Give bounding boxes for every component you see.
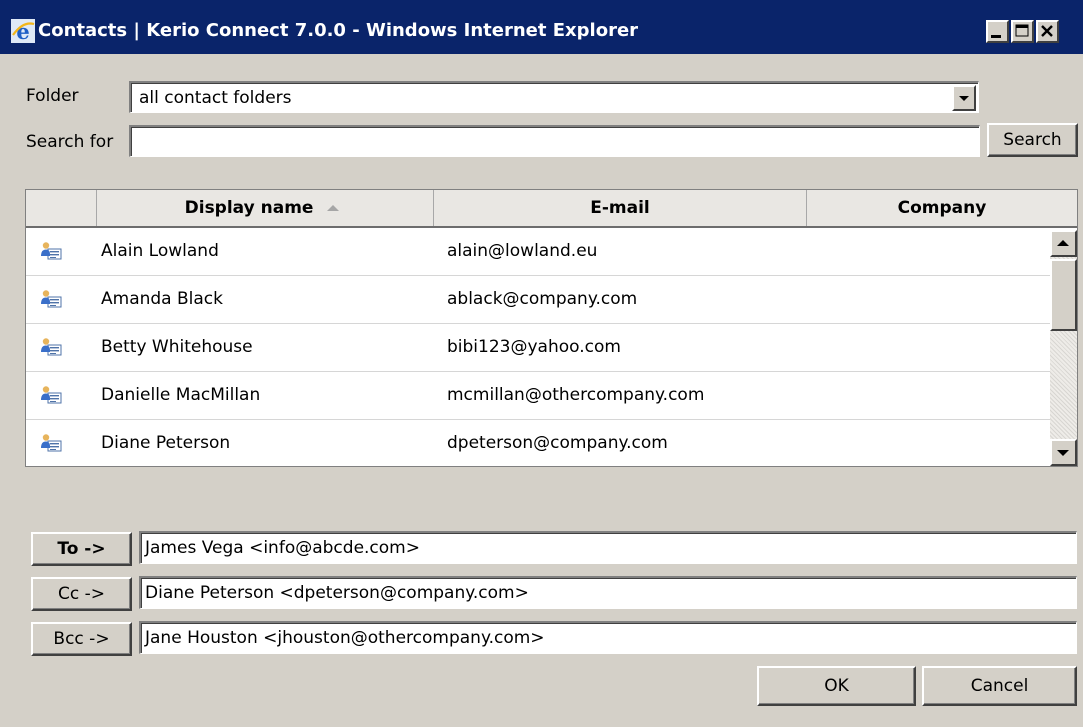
contact-display-name: Betty Whitehouse: [101, 337, 253, 357]
ok-button[interactable]: OK: [757, 666, 916, 706]
table-row[interactable]: Diane Peterson dpeterson@company.com: [26, 420, 1050, 468]
grid-header: Display name E-mail Company: [26, 190, 1077, 228]
minimize-button[interactable]: [986, 20, 1009, 43]
column-header-label: Display name: [184, 198, 314, 218]
close-button[interactable]: [1036, 20, 1059, 43]
column-header-label: Company: [897, 198, 987, 218]
contact-display-name: Danielle MacMillan: [101, 385, 261, 405]
table-row[interactable]: Betty Whitehouse bibi123@yahoo.com: [26, 324, 1050, 372]
grid-vertical-scrollbar[interactable]: [1050, 230, 1077, 466]
contact-card-icon: [41, 434, 62, 452]
sort-ascending-icon: [327, 205, 340, 211]
contact-display-name: Alain Lowland: [101, 241, 219, 261]
contact-card-icon: [41, 242, 62, 260]
contact-email: bibi123@yahoo.com: [447, 337, 621, 357]
contact-email: ablack@company.com: [447, 289, 638, 309]
contact-email: mcmillan@othercompany.com: [447, 385, 705, 405]
to-button[interactable]: To ->: [31, 532, 132, 566]
bcc-field[interactable]: Jane Houston <jhouston@othercompany.com>: [139, 621, 1077, 654]
table-row[interactable]: Amanda Black ablack@company.com: [26, 276, 1050, 324]
search-button[interactable]: Search: [987, 123, 1078, 157]
bcc-button[interactable]: Bcc ->: [31, 622, 132, 656]
folder-select[interactable]: all contact folders: [129, 81, 979, 113]
column-header-email[interactable]: E-mail: [434, 190, 807, 226]
column-header-company[interactable]: Company: [807, 190, 1077, 226]
icon-column-header[interactable]: [26, 190, 97, 226]
arrow-up-icon: [1057, 240, 1069, 246]
cc-button[interactable]: Cc ->: [31, 577, 132, 611]
to-field-value: James Vega <info@abcde.com>: [145, 538, 420, 558]
scroll-thumb[interactable]: [1050, 259, 1077, 331]
bcc-field-value: Jane Houston <jhouston@othercompany.com>: [145, 628, 545, 648]
arrow-down-icon: [1057, 450, 1069, 456]
contact-display-name: Diane Peterson: [101, 433, 231, 453]
column-header-label: E-mail: [590, 198, 650, 218]
folder-label: Folder: [26, 86, 79, 106]
cc-field[interactable]: Diane Peterson <dpeterson@company.com>: [139, 576, 1077, 609]
contact-card-icon: [41, 290, 62, 308]
search-label: Search for: [26, 132, 114, 152]
table-row[interactable]: Danielle MacMillan mcmillan@othercompany…: [26, 372, 1050, 420]
contact-display-name: Amanda Black: [101, 289, 223, 309]
window-titlebar[interactable]: e Contacts | Kerio Connect 7.0.0 - Windo…: [0, 0, 1083, 54]
contact-email: alain@lowland.eu: [447, 241, 598, 261]
minimize-icon: [991, 35, 1001, 38]
scroll-down-button[interactable]: [1050, 439, 1077, 466]
cancel-button[interactable]: Cancel: [922, 666, 1077, 706]
contact-email: dpeterson@company.com: [447, 433, 668, 453]
scroll-up-button[interactable]: [1050, 230, 1077, 257]
folder-dropdown-button[interactable]: [952, 85, 976, 111]
to-field[interactable]: James Vega <info@abcde.com>: [139, 531, 1077, 564]
folder-select-value: all contact folders: [139, 88, 292, 108]
maximize-button[interactable]: [1011, 20, 1034, 43]
cc-field-value: Diane Peterson <dpeterson@company.com>: [145, 583, 529, 603]
window-title: Contacts | Kerio Connect 7.0.0 - Windows…: [38, 20, 639, 41]
maximize-icon: [1015, 24, 1029, 37]
column-header-display-name[interactable]: Display name: [97, 190, 434, 226]
contact-card-icon: [41, 338, 62, 356]
contacts-grid: Display name E-mail Company Alain Lowlan…: [25, 189, 1078, 467]
table-row[interactable]: Alain Lowland alain@lowland.eu: [26, 228, 1050, 276]
chevron-down-icon: [959, 96, 969, 101]
contact-card-icon: [41, 386, 62, 404]
internet-explorer-icon: e: [11, 19, 35, 44]
search-input[interactable]: [129, 125, 980, 157]
close-icon: [1041, 25, 1053, 37]
